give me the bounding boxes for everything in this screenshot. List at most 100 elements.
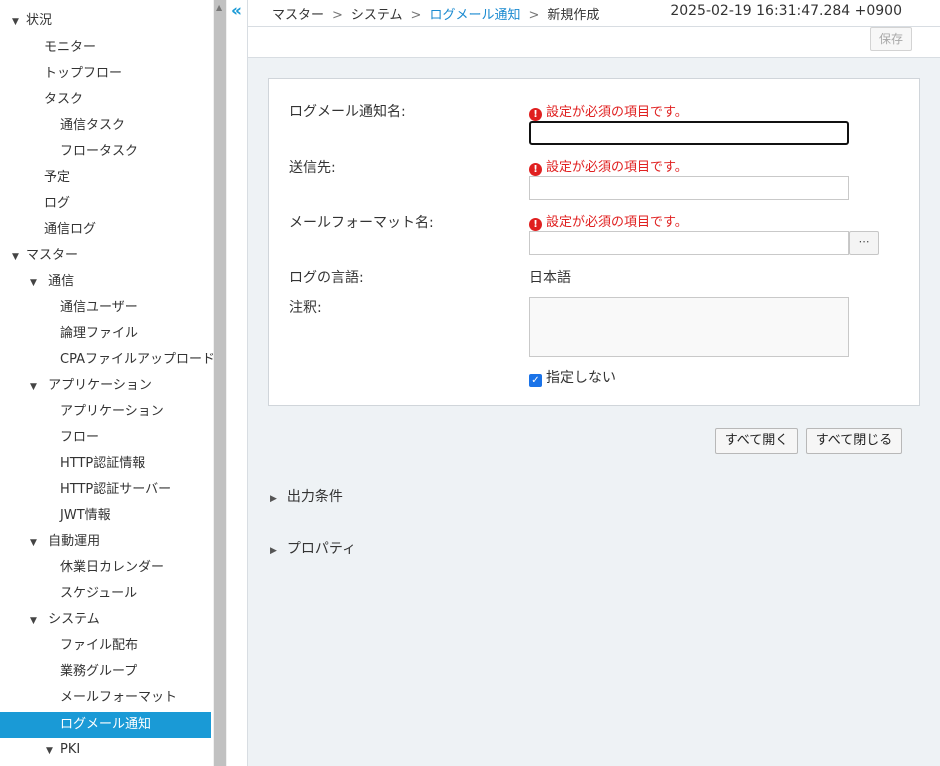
tree-item-label: 業務グループ bbox=[60, 664, 138, 679]
language-label: ログの言語: bbox=[289, 270, 364, 286]
expand-arrow-icon[interactable]: ▼ bbox=[46, 738, 60, 764]
tree-item-pki[interactable]: ▼ PKI bbox=[46, 737, 80, 763]
breadcrumb-master[interactable]: マスター bbox=[272, 8, 324, 23]
error-text: 設定が必須の項目です。 bbox=[546, 215, 688, 230]
tree-item-automation[interactable]: ▼ 自動運用 bbox=[30, 529, 100, 555]
tree-item-label: ファイル配布 bbox=[60, 638, 139, 653]
tree-item-label: 論理ファイル bbox=[60, 326, 139, 341]
server-clock: 2025-02-19 16:31:47.284 +0900 bbox=[670, 3, 902, 19]
tree-item-label: 状況 bbox=[26, 13, 53, 28]
tree-item-status[interactable]: ▼ 状況 bbox=[12, 8, 213, 34]
error-text: 設定が必須の項目です。 bbox=[546, 105, 688, 120]
tree-item-log-mail-notification[interactable]: ログメール通知 bbox=[0, 712, 211, 738]
breadcrumb-log-mail-notification[interactable]: ログメール通知 bbox=[429, 8, 520, 23]
expand-arrow-icon[interactable]: ▼ bbox=[30, 270, 44, 296]
tree-item-holiday-calendar[interactable]: 休業日カレンダー bbox=[60, 555, 164, 581]
tree-item-label: 通信 bbox=[48, 274, 75, 289]
tree-item-file-distribution[interactable]: ファイル配布 bbox=[60, 633, 138, 659]
tree-item-comm-log[interactable]: 通信ログ bbox=[44, 217, 96, 243]
breadcrumb-new: 新規作成 bbox=[547, 8, 600, 23]
sidebar-tree: ▼ 状況 モニター トップフロー タスク 通信タスク フロータスク 予定 ログ 通… bbox=[0, 0, 213, 766]
recipient-input[interactable] bbox=[529, 176, 849, 200]
tree-item-master[interactable]: ▼ マスター bbox=[12, 243, 78, 269]
tree-item-label: スケジュール bbox=[60, 586, 138, 601]
section-properties[interactable]: ▶ プロパティ bbox=[270, 538, 356, 558]
tree-item-schedule-master[interactable]: スケジュール bbox=[60, 581, 137, 607]
tree-item-label: 予定 bbox=[44, 170, 71, 185]
tree-item-label: 休業日カレンダー bbox=[60, 560, 165, 575]
tree-item-task[interactable]: タスク bbox=[44, 87, 83, 113]
tree-item-flow[interactable]: フロー bbox=[60, 425, 99, 451]
main-content: マスター > システム > ログメール通知 > 新規作成 2025-02-19 16:31:… bbox=[248, 0, 940, 766]
tree-item-application[interactable]: アプリケーション bbox=[60, 399, 164, 425]
scroll-up-arrow-icon[interactable]: ▲ bbox=[216, 3, 222, 12]
mail-format-label: メールフォーマット名: bbox=[289, 215, 434, 231]
expand-arrow-icon[interactable]: ▼ bbox=[30, 374, 44, 400]
tree-item-cpa-upload[interactable]: CPAファイルアップロード bbox=[60, 347, 213, 373]
tree-item-label: 通信タスク bbox=[60, 118, 126, 133]
tree-item-http-auth[interactable]: HTTP認証情報 bbox=[60, 451, 145, 477]
tree-item-label: ログメール通知 bbox=[60, 717, 152, 732]
breadcrumb-separator-icon: > bbox=[332, 8, 343, 23]
toolbar: 保存 bbox=[248, 27, 940, 58]
error-icon: ! bbox=[529, 108, 542, 121]
save-button[interactable]: 保存 bbox=[870, 27, 912, 51]
tree-item-log[interactable]: ログ bbox=[44, 191, 70, 217]
section-output-conditions[interactable]: ▶ 出力条件 bbox=[270, 486, 343, 506]
form-panel: ログメール通知名: ! 設定が必須の項目です。 送信先: ! 設定が必須の項目です。… bbox=[268, 78, 920, 406]
tree-item-label: アプリケーション bbox=[60, 404, 164, 419]
tree-item-label: フロータスク bbox=[60, 144, 139, 159]
tree-item-label: メールフォーマット bbox=[60, 690, 178, 705]
tree-item-logical-file[interactable]: 論理ファイル bbox=[60, 321, 138, 347]
tree-item-label: HTTP認証サーバー bbox=[60, 482, 172, 497]
tree-item-label: モニター bbox=[44, 40, 97, 55]
tree-item-monitor[interactable]: モニター bbox=[44, 35, 96, 61]
expand-arrow-icon[interactable]: ▼ bbox=[12, 9, 26, 35]
tree-item-label: トップフロー bbox=[44, 66, 123, 81]
tree-item-top-flow[interactable]: トップフロー bbox=[44, 61, 122, 87]
name-error: ! 設定が必須の項目です。 bbox=[529, 101, 688, 121]
unspecified-label: 指定しない bbox=[546, 370, 616, 386]
error-icon: ! bbox=[529, 163, 542, 176]
tree-item-mail-format[interactable]: メールフォーマット bbox=[60, 685, 177, 711]
tree-item-applications[interactable]: ▼ アプリケーション bbox=[30, 373, 152, 399]
unspecified-checkbox-row[interactable]: ✓ 指定しない bbox=[529, 367, 616, 387]
tree-item-label: 自動運用 bbox=[48, 534, 101, 549]
expand-arrow-icon[interactable]: ▼ bbox=[30, 608, 44, 634]
tree-item-business-group[interactable]: 業務グループ bbox=[60, 659, 137, 685]
checkbox-checked-icon[interactable]: ✓ bbox=[529, 374, 542, 387]
tree-item-flow-task[interactable]: フロータスク bbox=[60, 139, 138, 165]
tree-item-http-auth-server[interactable]: HTTP認証サーバー bbox=[60, 477, 171, 503]
tree-item-comm[interactable]: ▼ 通信 bbox=[30, 269, 74, 295]
expand-triangle-icon[interactable]: ▶ bbox=[270, 494, 277, 504]
header-bar: マスター > システム > ログメール通知 > 新規作成 2025-02-19 16:31:… bbox=[248, 0, 940, 27]
note-textarea[interactable] bbox=[529, 297, 849, 357]
language-value: 日本語 bbox=[529, 270, 571, 286]
tree-item-label: ログ bbox=[44, 196, 71, 211]
tree-item-label: システム bbox=[48, 612, 100, 627]
tree-item-label: JWT情報 bbox=[60, 508, 111, 523]
tree-item-comm-user[interactable]: 通信ユーザー bbox=[60, 295, 138, 321]
note-label: 注釈: bbox=[289, 300, 322, 316]
tree-item-label: CPAファイルアップロード bbox=[60, 352, 213, 367]
tree-item-jwt[interactable]: JWT情報 bbox=[60, 503, 111, 529]
tree-item-label: アプリケーション bbox=[48, 378, 152, 393]
expand-triangle-icon[interactable]: ▶ bbox=[270, 546, 277, 556]
breadcrumb-system[interactable]: システム bbox=[351, 8, 403, 23]
tree-item-comm-task[interactable]: 通信タスク bbox=[60, 113, 125, 139]
mail-format-error: ! 設定が必須の項目です。 bbox=[529, 211, 688, 231]
name-input[interactable] bbox=[529, 121, 849, 145]
tree-item-label: マスター bbox=[26, 248, 79, 263]
mail-format-input[interactable] bbox=[529, 231, 849, 255]
close-all-button[interactable]: すべて閉じる bbox=[806, 428, 902, 454]
tree-item-label: PKI bbox=[60, 742, 81, 757]
browse-mail-format-button[interactable]: ⋯ bbox=[849, 231, 879, 255]
tree-item-system[interactable]: ▼ システム bbox=[30, 607, 100, 633]
expand-arrow-icon[interactable]: ▼ bbox=[12, 244, 26, 270]
open-all-button[interactable]: すべて開く bbox=[715, 428, 798, 454]
collapse-sidebar-icon[interactable]: « bbox=[231, 1, 242, 21]
sidebar-scrollbar-thumb[interactable] bbox=[214, 0, 226, 766]
expand-arrow-icon[interactable]: ▼ bbox=[30, 530, 44, 556]
tree-item-label: フロー bbox=[60, 430, 100, 445]
tree-item-schedule[interactable]: 予定 bbox=[44, 165, 70, 191]
